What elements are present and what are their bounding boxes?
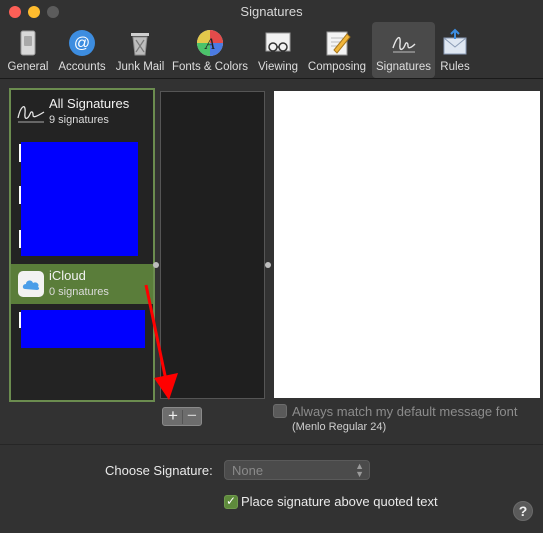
split-handle[interactable] [153, 262, 159, 268]
preferences-toolbar: General @ Accounts Junk Mail A Fonts & C… [0, 22, 543, 79]
tab-viewing[interactable]: Viewing [254, 22, 302, 78]
tab-label: Fonts & Colors [171, 61, 249, 73]
help-button[interactable]: ? [513, 501, 533, 521]
tab-label: General [7, 61, 49, 73]
signature-accounts-list[interactable]: All Signatures 9 signatures iCloud 0 sig… [9, 88, 155, 402]
tab-composing[interactable]: Composing [305, 22, 369, 78]
checkmark-icon: ✓ [226, 494, 237, 508]
window-title: Signatures [240, 4, 303, 19]
default-font-note: (Menlo Regular 24) [292, 421, 387, 433]
signature-preview[interactable] [274, 91, 540, 398]
always-match-checkbox[interactable] [273, 404, 287, 418]
tab-label: Junk Mail [115, 61, 165, 73]
switch-icon [20, 30, 36, 56]
glasses-icon [265, 32, 291, 52]
redacted-region [21, 142, 138, 256]
svg-text:A: A [204, 36, 215, 53]
signature-icon [17, 106, 45, 123]
tab-label: Accounts [58, 61, 106, 73]
icloud-icon [18, 271, 44, 297]
signature-count: 9 signatures [49, 114, 109, 126]
trash-can-icon [131, 33, 149, 56]
preferences-window: Signatures General @ Accounts Junk Mail [0, 0, 543, 533]
place-above-checkbox[interactable]: ✓ [224, 494, 238, 509]
divider [0, 444, 543, 445]
signatures-list[interactable] [160, 91, 265, 399]
tab-fonts-colors[interactable]: A Fonts & Colors [169, 22, 251, 78]
tab-label: Rules [440, 61, 470, 73]
at-sign-icon: @ [69, 30, 95, 56]
tab-general[interactable]: General [5, 22, 51, 78]
split-handle[interactable] [265, 262, 271, 268]
tab-label: Signatures [376, 61, 431, 73]
choose-signature-label: Choose Signature: [105, 463, 213, 478]
list-item-icloud[interactable]: iCloud 0 signatures [11, 264, 153, 304]
tab-label: Composing [307, 61, 367, 73]
envelope-rules-icon [443, 28, 467, 55]
title-bar: Signatures [0, 0, 543, 22]
account-name: All Signatures [49, 96, 130, 111]
account-name: iCloud [49, 268, 86, 283]
choose-signature-select[interactable]: None ▲ ▼ [224, 460, 370, 480]
remove-signature-button[interactable]: − [182, 406, 202, 426]
signature-icon [391, 37, 415, 53]
color-wheel-font-icon: A [197, 30, 223, 56]
svg-text:@: @ [74, 35, 90, 52]
tab-junk-mail[interactable]: Junk Mail [112, 22, 168, 78]
always-match-label: Always match my default message font [292, 404, 518, 419]
tab-label: Viewing [257, 61, 299, 73]
chevron-updown-icon: ▲ ▼ [355, 461, 364, 479]
pencil-paper-icon [326, 31, 351, 56]
tab-rules[interactable]: Rules [436, 22, 474, 78]
signature-count: 0 signatures [49, 286, 109, 298]
tab-accounts[interactable]: @ Accounts [55, 22, 109, 78]
add-signature-button[interactable]: + [163, 406, 183, 426]
add-remove-control: + − [162, 406, 202, 426]
place-above-label: Place signature above quoted text [241, 494, 438, 509]
list-item-all-signatures[interactable]: All Signatures 9 signatures [11, 90, 153, 134]
redacted-region [21, 310, 145, 348]
selected-value: None [232, 463, 264, 478]
tab-signatures[interactable]: Signatures [372, 22, 435, 78]
